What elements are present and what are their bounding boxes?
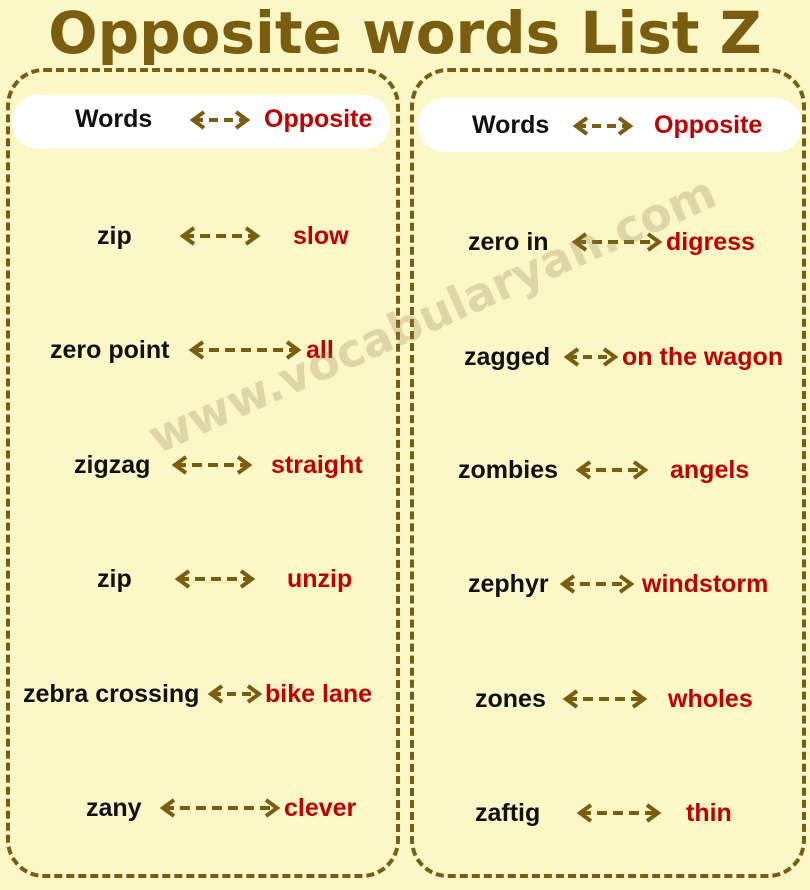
opposite-text: clever [284, 794, 357, 822]
word-text: zip [97, 565, 132, 593]
opposite-text: unzip [287, 565, 353, 593]
double-arrow-icon [571, 232, 663, 252]
header-words-label: Words [472, 111, 550, 139]
opposite-text: straight [271, 451, 363, 479]
header-opposite-label: Opposite [654, 111, 763, 139]
page-title: Opposite words List Z [48, 0, 762, 67]
double-arrow-icon [207, 684, 263, 704]
word-text: zero point [50, 336, 170, 364]
double-arrow-icon [562, 689, 648, 709]
word-text: zagged [464, 343, 551, 371]
double-arrow-icon [189, 110, 251, 130]
header-opposite-label: Opposite [264, 105, 373, 133]
word-text: zombies [458, 456, 559, 484]
opposite-text: thin [686, 799, 732, 827]
opposite-text: digress [666, 228, 755, 256]
word-text: zebra crossing [23, 680, 200, 708]
opposite-text: slow [293, 222, 349, 250]
opposite-text: windstorm [642, 570, 769, 598]
word-text: zigzag [74, 451, 151, 479]
opposite-text: all [306, 336, 334, 364]
header-words-label: Words [75, 105, 153, 133]
opposite-text: bike lane [265, 680, 372, 708]
opposite-text: on the wagon [622, 343, 784, 371]
double-arrow-icon [174, 569, 256, 589]
double-arrow-icon [563, 347, 619, 367]
double-arrow-icon [159, 798, 281, 818]
word-text: zany [86, 794, 142, 822]
opposite-text: angels [670, 456, 750, 484]
double-arrow-icon [575, 460, 649, 480]
double-arrow-icon [559, 574, 635, 594]
double-arrow-icon [179, 226, 261, 246]
double-arrow-icon [576, 803, 662, 823]
double-arrow-icon [171, 455, 253, 475]
word-text: zero in [468, 228, 549, 256]
word-text: zephyr [468, 570, 549, 598]
word-text: zones [475, 685, 546, 713]
word-text: zip [97, 222, 132, 250]
double-arrow-icon [188, 340, 302, 360]
opposite-text: wholes [668, 685, 753, 713]
word-text: zaftig [475, 799, 541, 827]
double-arrow-icon [572, 116, 634, 136]
